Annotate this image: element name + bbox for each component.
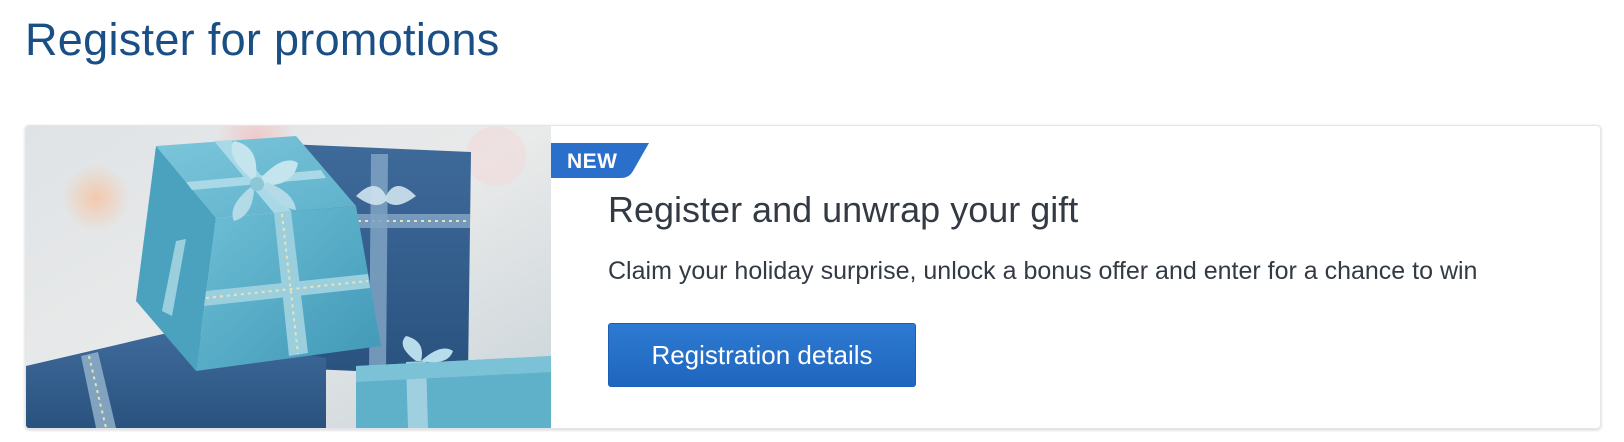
promo-heading: Register and unwrap your gift [608,189,1079,230]
promo-description: Claim your holiday surprise, unlock a bo… [608,257,1478,285]
registration-details-button[interactable]: Registration details [608,323,916,387]
page: Register for promotions NEW Register and… [0,0,1624,442]
promo-content: NEW Register and unwrap your gift Claim … [551,126,1600,428]
promo-card: NEW Register and unwrap your gift Claim … [25,125,1601,429]
new-badge-label: NEW [567,150,618,173]
page-title: Register for promotions [25,14,500,65]
new-badge: NEW [551,143,653,179]
gift-boxes-image [26,126,551,428]
